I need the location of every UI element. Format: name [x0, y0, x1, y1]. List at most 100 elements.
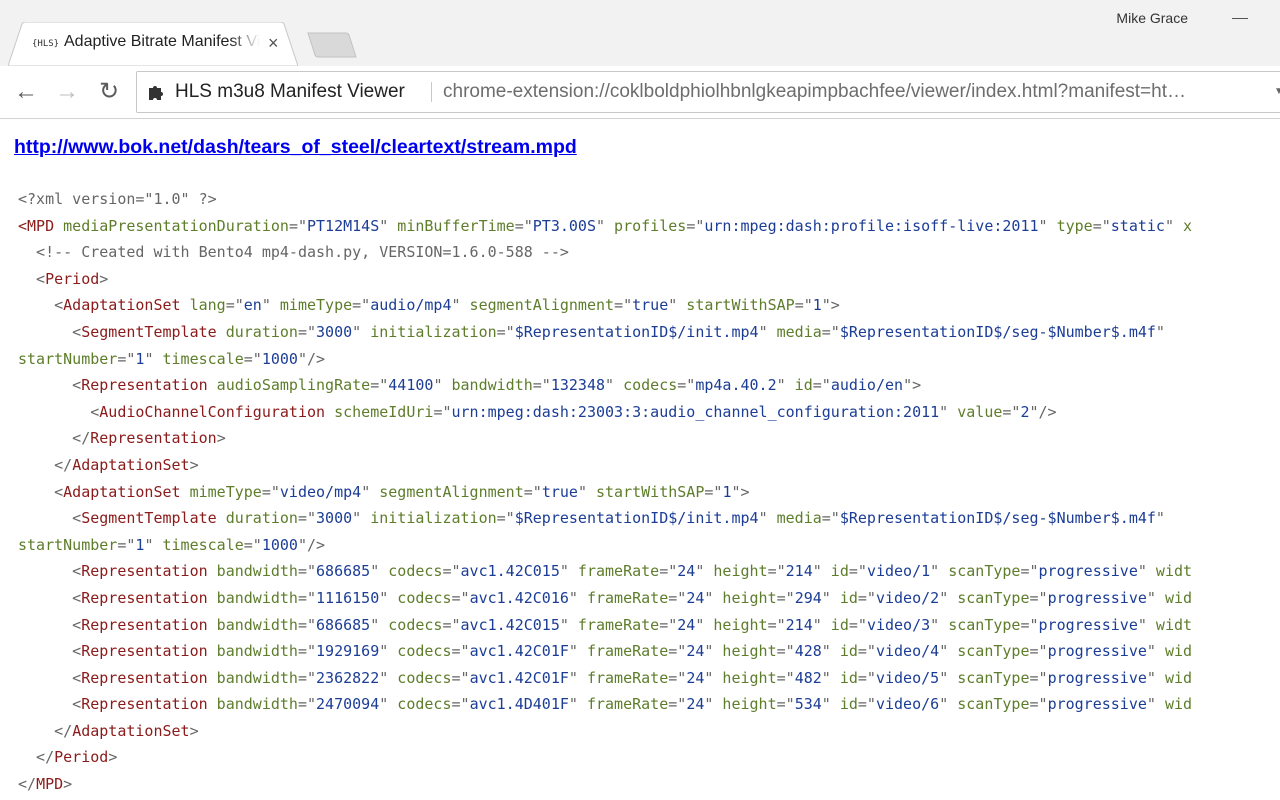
xml-punct: =" [451, 642, 470, 661]
xml-punct: " [577, 482, 587, 501]
xml-punct: < [18, 588, 82, 607]
xml-punct: < [18, 615, 82, 634]
xml-punct: > [189, 721, 199, 740]
xml-value: avc1.42C015 [460, 562, 560, 581]
window-minimize-button[interactable] [1232, 18, 1248, 19]
xml-value: static [1110, 216, 1165, 235]
xml-attribute: height [704, 562, 768, 581]
xml-punct: "> [821, 296, 840, 315]
address-bar[interactable]: HLS m3u8 Manifest Viewer chrome-extensio… [136, 71, 1280, 113]
manifest-url-link[interactable]: http://www.bok.net/dash/tears_of_steel/c… [14, 136, 577, 159]
xml-punct: =" [857, 668, 876, 687]
xml-punct: =" [370, 376, 389, 395]
xml-attribute: id [830, 695, 858, 714]
xml-punct: " [939, 588, 949, 607]
page-content: http://www.bok.net/dash/tears_of_steel/c… [0, 119, 1280, 800]
xml-value: PT12M14S [307, 216, 380, 235]
xml-value: en [243, 296, 262, 315]
xml-line: <!-- Created with Bento4 mp4-dash.py, VE… [18, 239, 1192, 266]
xml-attribute: initialization [361, 509, 497, 528]
xml-value: audio/mp4 [370, 296, 452, 315]
xml-attribute: timescale [153, 349, 244, 368]
xml-punct: =" [776, 588, 795, 607]
xml-punct: =" [297, 588, 317, 607]
xml-punct: " [568, 668, 578, 687]
xml-punct: =" [297, 668, 317, 687]
xml-punct: "> [731, 482, 750, 501]
xml-attribute: segmentAlignment [460, 296, 615, 315]
xml-value: 294 [794, 588, 822, 607]
xml-value: 24 [686, 588, 705, 607]
xml-punct: =" [297, 322, 317, 341]
xml-punct: " [379, 668, 389, 687]
reload-icon[interactable]: ↻ [95, 78, 123, 106]
xml-value: 1929169 [316, 642, 380, 661]
xml-punct: " [939, 668, 949, 687]
xml-punct: " [939, 642, 949, 661]
xml-attribute: scanType [948, 668, 1030, 687]
xml-attribute: bandwidth [442, 376, 533, 395]
xml-punct: =" [297, 615, 317, 634]
xml-value: video/1 [866, 562, 931, 581]
xml-line: <?xml version="1.0" ?> [18, 186, 1192, 213]
xml-value: progressive [1038, 615, 1138, 634]
xml-attribute: duration [216, 322, 298, 341]
xml-line: <Representation audioSamplingRate="44100… [18, 372, 1192, 399]
xml-attribute: id [785, 376, 813, 395]
tab-active[interactable]: {HLS} Adaptive Bitrate Manifest Viewer × [8, 22, 298, 66]
xml-line: startNumber="1" timescale="1000"/> [18, 532, 1192, 559]
xml-tag: Period [45, 269, 100, 288]
xml-attribute: media [767, 322, 822, 341]
xml-punct: =" [532, 376, 551, 395]
xml-tag: Representation [81, 615, 208, 634]
xml-punct: " [812, 615, 822, 634]
xml-punct: </ [18, 429, 91, 448]
back-arrow-icon[interactable]: ← [12, 78, 40, 106]
xml-attribute: duration [216, 509, 298, 528]
xml-attribute: startWithSAP [586, 482, 705, 501]
xml-punct: =" [848, 562, 867, 581]
xml-line: <Representation bandwidth="2362822" code… [18, 665, 1192, 692]
puzzle-piece-icon [149, 86, 163, 100]
xml-line: <AdaptationSet mimeType="video/mp4" segm… [18, 479, 1192, 506]
xml-tag: Representation [81, 695, 208, 714]
xml-value: avc1.4D401F [469, 695, 569, 714]
xml-punct: =" [433, 402, 452, 421]
xml-attribute: profiles [605, 216, 687, 235]
xml-attribute: bandwidth [207, 615, 298, 634]
xml-line: <SegmentTemplate duration="3000" initial… [18, 505, 1192, 532]
xml-line: <SegmentTemplate duration="3000" initial… [18, 319, 1192, 346]
address-url[interactable]: chrome-extension://coklboldphiolhbnlgkea… [443, 81, 1186, 103]
xml-value: $RepresentationID$/seg-$Number$.m4f [839, 509, 1156, 528]
xml-punct: " [352, 322, 362, 341]
xml-attribute: codecs [388, 695, 452, 714]
xml-punct: =" [451, 695, 470, 714]
xml-line: </AdaptationSet> [18, 452, 1192, 479]
xml-value: avc1.42C015 [460, 615, 560, 634]
xml-punct: =" [686, 216, 705, 235]
xml-punct: =" [767, 562, 786, 581]
xml-attribute: startWithSAP [677, 296, 795, 315]
xml-punct: "/> [297, 535, 326, 554]
xml-punct: =" [297, 509, 317, 528]
new-tab-button[interactable] [306, 32, 358, 58]
xml-attribute: startNumber [18, 349, 118, 368]
dropdown-arrow-icon[interactable]: ▼ [1274, 86, 1280, 97]
xml-punct: =" [1029, 695, 1048, 714]
xml-punct: " [379, 695, 389, 714]
xml-line: <AdaptationSet lang="en" mimeType="audio… [18, 292, 1192, 319]
xml-punct: =" [1020, 615, 1039, 634]
xml-punct: =" [225, 296, 244, 315]
forward-arrow-icon[interactable]: → [53, 78, 81, 106]
tab-close-icon[interactable]: × [268, 33, 279, 53]
xml-punct: " [758, 322, 768, 341]
xml-punct: " [821, 668, 831, 687]
xml-attribute: type [1047, 216, 1093, 235]
profile-user-name[interactable]: Mike Grace [1116, 10, 1188, 26]
xml-tag: Representation [81, 562, 208, 581]
xml-line: startNumber="1" timescale="1000"/> [18, 346, 1192, 373]
xml-attribute: bandwidth [207, 562, 298, 581]
xml-attribute: bandwidth [207, 668, 298, 687]
xml-punct: " [939, 695, 949, 714]
xml-tag: Representation [81, 376, 208, 395]
